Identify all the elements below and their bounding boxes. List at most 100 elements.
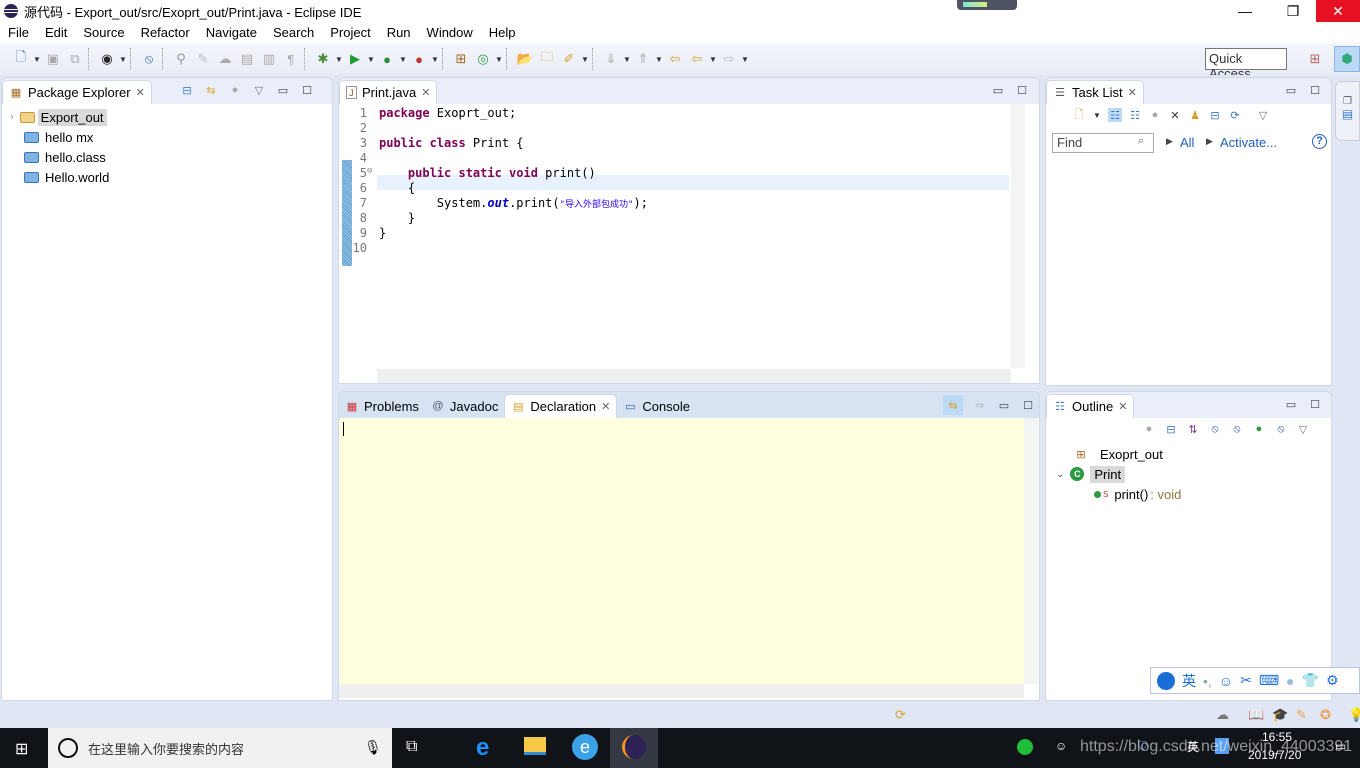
hide-completed-icon[interactable]: ✕	[1168, 108, 1182, 122]
next-annotation-icon[interactable]: ⇓	[600, 48, 622, 70]
minimize-icon[interactable]: ▭	[997, 395, 1011, 415]
back-dropdown[interactable]: ▼	[708, 55, 718, 64]
toggle-mark-icon[interactable]: ⚲	[170, 48, 192, 70]
task-view-icon[interactable]: ⧉	[406, 738, 417, 756]
debug-icon[interactable]: ✱	[312, 48, 334, 70]
minimize-icon[interactable]: ▭	[991, 83, 1005, 97]
new-class-dropdown[interactable]: ▼	[494, 55, 504, 64]
tab-outline[interactable]: ☷ Outline ✕	[1046, 394, 1135, 418]
edge-icon[interactable]: e	[476, 734, 489, 762]
synchronize-icon[interactable]: ⟳	[1228, 108, 1242, 122]
new-task-dropdown[interactable]: ▼	[1092, 111, 1102, 120]
maximize-icon[interactable]: ☐	[1015, 83, 1029, 97]
tab-javadoc[interactable]: @ Javadoc	[425, 394, 504, 418]
last-edit-icon[interactable]: ⇦	[664, 48, 686, 70]
new-task-icon[interactable]: 🗋	[1072, 108, 1086, 122]
profile-dropdown[interactable]: ▼	[118, 55, 128, 64]
maximize-icon[interactable]: ☐	[1308, 397, 1322, 411]
tree-item-folder[interactable]: hello.class	[10, 147, 332, 167]
close-button[interactable]: ✕	[1316, 0, 1360, 22]
emoji-icon[interactable]: ☺	[1219, 673, 1233, 689]
word-wrap-icon[interactable]: ▥	[258, 48, 280, 70]
tree-item-project[interactable]: › Export_out	[10, 107, 332, 127]
search-icon[interactable]: ✐	[558, 48, 580, 70]
horizontal-scrollbar[interactable]	[339, 684, 1024, 698]
sync-icon[interactable]: ☁	[1216, 707, 1229, 723]
progress-icon[interactable]: ⟳	[895, 707, 906, 723]
all-link[interactable]: All	[1180, 135, 1194, 150]
file-explorer-icon[interactable]	[524, 737, 546, 755]
forward-icon[interactable]: ⇨	[718, 48, 740, 70]
ime-logo-icon[interactable]	[1157, 671, 1175, 690]
tree-item-folder[interactable]: hello mx	[10, 127, 332, 147]
my-tasks-icon[interactable]: ♟	[1188, 108, 1202, 122]
categorized-icon[interactable]: ☷	[1108, 108, 1122, 122]
close-icon[interactable]: ✕	[136, 86, 145, 99]
cloud-icon[interactable]: ☁	[214, 48, 236, 70]
open-input-icon[interactable]: ⇨	[973, 395, 987, 415]
eclipse-taskbar-button[interactable]	[610, 728, 658, 768]
chevron-down-icon[interactable]: ⌄	[1056, 469, 1064, 480]
menu-project[interactable]: Project	[322, 25, 378, 40]
scheduled-icon[interactable]: ☷	[1128, 108, 1142, 122]
coverage-dropdown[interactable]: ▼	[398, 55, 408, 64]
view-menu-icon[interactable]: ▽	[1296, 422, 1310, 436]
menu-run[interactable]: Run	[379, 25, 419, 40]
wand-icon[interactable]: ✎	[1296, 707, 1307, 723]
minimize-icon[interactable]: ▭	[1284, 397, 1298, 411]
ie-icon[interactable]: e	[572, 734, 598, 760]
keyboard-icon[interactable]: ⌨	[1259, 672, 1279, 689]
hide-nonpublic-icon[interactable]: ●	[1252, 422, 1266, 436]
collapse-all-icon[interactable]: ⊟	[1164, 422, 1178, 436]
menu-source[interactable]: Source	[75, 25, 132, 40]
ime-lang-toggle[interactable]: 英	[1182, 671, 1196, 691]
vertical-scrollbar[interactable]	[1024, 418, 1038, 684]
focus-icon[interactable]: ●	[1148, 108, 1162, 122]
minimize-button[interactable]: —	[1222, 0, 1268, 22]
help-icon[interactable]: ?	[1312, 134, 1327, 149]
menu-navigate[interactable]: Navigate	[198, 25, 265, 40]
focus-icon[interactable]: ●	[228, 83, 242, 97]
tab-console[interactable]: ▭ Console	[617, 394, 696, 418]
menu-file[interactable]: File	[0, 25, 37, 40]
tab-declaration[interactable]: ▤ Declaration ✕	[504, 394, 618, 418]
security-icon[interactable]	[1017, 739, 1033, 755]
code-editor[interactable]: 1 package Exoprt_out; 2 3 public class P…	[339, 104, 1011, 370]
search-dropdown[interactable]: ▼	[580, 55, 590, 64]
save-icon[interactable]: ▣	[42, 48, 64, 70]
menu-window[interactable]: Window	[419, 25, 481, 40]
new-dropdown[interactable]: ▼	[32, 55, 42, 64]
fold-icon[interactable]: ⊖	[367, 166, 372, 176]
user-icon[interactable]: ●	[1286, 673, 1294, 689]
menu-search[interactable]: Search	[265, 25, 322, 40]
sort-icon[interactable]: ⇅	[1186, 422, 1200, 436]
menu-help[interactable]: Help	[481, 25, 524, 40]
view-menu-icon[interactable]: ▽	[252, 83, 266, 97]
outline-class[interactable]: ⌄ C Print	[1056, 464, 1126, 484]
book-icon[interactable]: 📖	[1248, 707, 1264, 723]
save-all-icon[interactable]: ⧉	[64, 48, 86, 70]
collapse-all-icon[interactable]: ⊟	[180, 83, 194, 97]
hide-static-icon[interactable]: ⦸	[1230, 422, 1244, 436]
tip-icon[interactable]: 💡	[1348, 707, 1360, 723]
restore-button[interactable]: ❐	[1270, 0, 1316, 22]
tab-problems[interactable]: ▦ Problems	[339, 394, 425, 418]
profile-icon[interactable]: ◉	[96, 48, 118, 70]
edit-icon[interactable]: ✎	[192, 48, 214, 70]
maximize-icon[interactable]: ☐	[1308, 83, 1322, 97]
coverage-icon[interactable]: ●	[376, 48, 398, 70]
tab-package-explorer[interactable]: ▦ Package Explorer ✕	[2, 80, 152, 104]
open-type-icon[interactable]: 📂	[514, 48, 536, 70]
tutorial-icon[interactable]: 🎓	[1272, 707, 1288, 723]
minimize-icon[interactable]: ▭	[276, 83, 290, 97]
horizontal-scrollbar[interactable]	[377, 369, 1011, 383]
view-menu-icon[interactable]: ▽	[1256, 108, 1270, 122]
forward-dropdown[interactable]: ▼	[740, 55, 750, 64]
activate-link[interactable]: Activate...	[1220, 135, 1277, 150]
task-list-icon[interactable]: ▤	[1336, 107, 1359, 121]
close-icon[interactable]: ✕	[1118, 400, 1127, 413]
star-icon[interactable]: ✪	[1320, 707, 1331, 723]
prev-annotation-dropdown[interactable]: ▼	[654, 55, 664, 64]
external-tools-icon[interactable]: ●	[408, 48, 430, 70]
punctuation-icon[interactable]: •,	[1203, 673, 1212, 689]
